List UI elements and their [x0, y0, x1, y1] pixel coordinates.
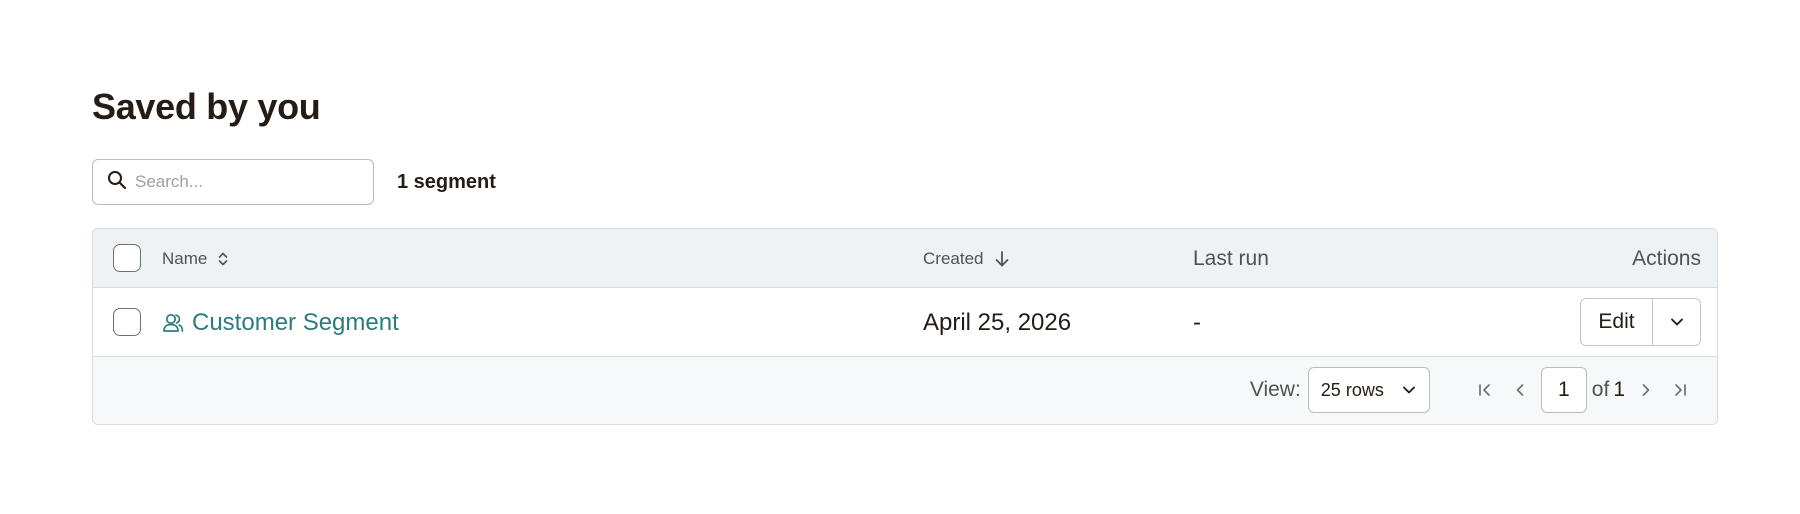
- more-actions-button[interactable]: [1653, 299, 1700, 345]
- select-all-checkbox[interactable]: [113, 244, 141, 272]
- column-header-actions: Actions: [1632, 246, 1701, 270]
- page-title: Saved by you: [92, 86, 321, 127]
- search-input[interactable]: [135, 172, 365, 192]
- previous-page-button[interactable]: [1503, 373, 1537, 407]
- table-header: Name Created Last run Actions: [93, 229, 1717, 288]
- segment-name-link[interactable]: Customer Segment: [162, 288, 399, 357]
- view-label: View:: [1249, 378, 1301, 401]
- row-actions: Edit: [1580, 298, 1701, 346]
- segment-name: Customer Segment: [192, 308, 399, 336]
- column-name-label: Name: [162, 248, 208, 268]
- segments-table: Name Created Last run Actions Customer S…: [92, 228, 1718, 425]
- search-field[interactable]: [92, 159, 374, 205]
- last-page-icon: [1675, 384, 1686, 396]
- pagination: View: 25 rows 1 of 1: [1250, 367, 1697, 413]
- segment-count: 1 segment: [397, 170, 496, 193]
- next-page-button[interactable]: [1629, 373, 1663, 407]
- toolbar: 1 segment: [92, 159, 496, 205]
- next-page-icon: [1642, 384, 1650, 396]
- sort-desc-icon: [993, 250, 1011, 268]
- first-page-button[interactable]: [1468, 373, 1502, 407]
- first-page-icon: [1478, 384, 1490, 396]
- column-created-label: Created: [923, 248, 984, 268]
- column-header-last-run: Last run: [1193, 246, 1269, 270]
- segment-icon: [163, 313, 184, 332]
- edit-button[interactable]: Edit: [1581, 299, 1653, 345]
- current-page-input[interactable]: 1: [1540, 367, 1587, 413]
- column-header-name[interactable]: Name: [162, 229, 229, 288]
- table-footer: View: 25 rows 1 of 1: [93, 357, 1717, 424]
- last-page-button[interactable]: [1663, 373, 1697, 407]
- rows-per-page-select[interactable]: 25 rows: [1307, 367, 1430, 413]
- search-icon: [107, 170, 127, 195]
- prev-page-icon: [1516, 384, 1524, 396]
- sort-icon: [217, 251, 229, 267]
- row-checkbox[interactable]: [113, 308, 141, 336]
- chevron-down-icon: [1402, 386, 1415, 394]
- total-pages: 1: [1613, 378, 1625, 401]
- last-run-value: -: [1193, 308, 1201, 336]
- created-date: April 25, 2026: [923, 308, 1072, 336]
- rows-per-page-value: 25 rows: [1320, 379, 1384, 400]
- of-label: of: [1591, 378, 1610, 401]
- table-row: Customer Segment April 25, 2026 - Edit: [93, 288, 1717, 357]
- column-header-created[interactable]: Created: [923, 229, 1011, 288]
- chevron-down-icon: [1670, 318, 1683, 326]
